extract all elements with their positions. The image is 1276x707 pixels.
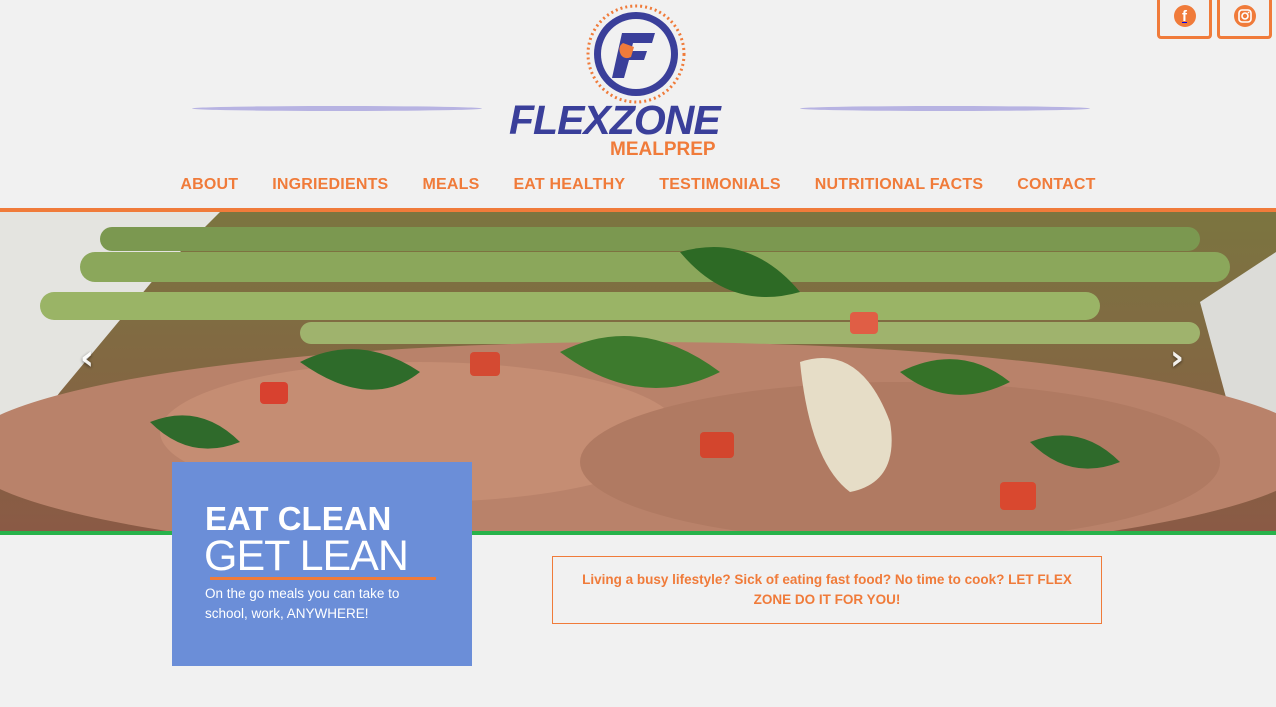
carousel-prev-icon[interactable]: ‹ — [80, 338, 104, 378]
social-links: f — [1157, 0, 1272, 39]
callout-text: Living a busy lifestyle? Sick of eating … — [582, 572, 1072, 607]
nav-item-ingriedients[interactable]: INGRIEDIENTS — [272, 176, 388, 194]
nav-item-meals[interactable]: MEALS — [422, 176, 479, 194]
carousel-next-icon[interactable]: › — [1170, 338, 1194, 378]
facebook-icon: f — [1173, 5, 1196, 27]
nav-item-nutritional-facts[interactable]: NUTRITIONAL FACTS — [815, 176, 983, 194]
instagram-button[interactable] — [1217, 0, 1272, 39]
header-decoration-right — [800, 106, 1090, 111]
nav-item-contact[interactable]: CONTACT — [1017, 176, 1095, 194]
header-decoration-left — [192, 106, 482, 111]
caption-underline — [210, 577, 436, 580]
nav-item-about[interactable]: ABOUT — [180, 176, 238, 194]
caption-heading-secondary: GET LEAN — [204, 532, 409, 580]
instagram-icon — [1233, 5, 1256, 27]
logo-subtitle: MEALPREP — [610, 139, 716, 160]
nav-item-eat-healthy[interactable]: EAT HEALTHY — [513, 176, 625, 194]
facebook-button[interactable]: f — [1157, 0, 1212, 39]
logo-title: FLEXZONE — [509, 97, 721, 143]
main-nav: ABOUT INGRIEDIENTS MEALS EAT HEALTHY TES… — [0, 176, 1276, 194]
nav-item-testimonials[interactable]: TESTIMONIALS — [659, 176, 781, 194]
caption-body: On the go meals you can take to school, … — [205, 586, 400, 621]
hero-caption-card: EAT CLEAN GET LEAN On the go meals you c… — [172, 462, 472, 666]
intro-callout: Living a busy lifestyle? Sick of eating … — [552, 556, 1102, 624]
